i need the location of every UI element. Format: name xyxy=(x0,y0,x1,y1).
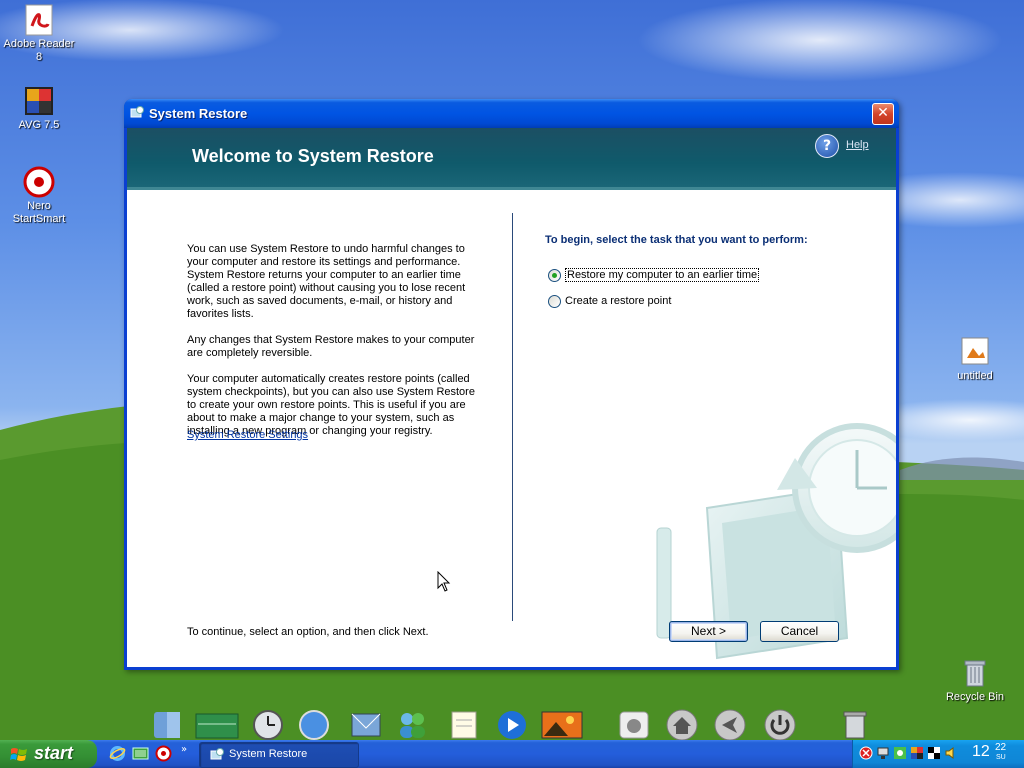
desktop-icon-label: Recycle Bin xyxy=(945,691,1005,703)
safari-icon[interactable] xyxy=(296,708,332,740)
desktop-icon-adobe-reader[interactable]: Adobe Reader 8 xyxy=(1,4,77,64)
system-restore-icon xyxy=(130,106,144,118)
nero-icon xyxy=(23,166,55,198)
media-player-icon[interactable] xyxy=(494,708,530,740)
mouse-cursor-icon xyxy=(437,571,451,592)
task-prompt: To begin, select the task that you want … xyxy=(545,234,808,246)
mail-icon[interactable] xyxy=(348,708,384,740)
page-title: Welcome to System Restore xyxy=(192,146,434,166)
network-icon[interactable] xyxy=(194,708,239,740)
show-desktop-icon[interactable] xyxy=(132,745,149,762)
system-tray: 12 22 SU xyxy=(852,740,1024,768)
intro-paragraph-2: Any changes that System Restore makes to… xyxy=(187,334,475,359)
desktop-icon-label: untitled xyxy=(957,370,993,382)
start-label: start xyxy=(34,743,74,763)
clock-day: SU xyxy=(996,754,1006,761)
intro-paragraph-1: You can use System Restore to undo harmf… xyxy=(187,243,466,320)
trash-icon[interactable] xyxy=(838,708,874,740)
dock xyxy=(150,708,880,741)
quicklaunch-overflow-icon[interactable]: » xyxy=(181,744,187,755)
home-icon[interactable] xyxy=(664,708,700,741)
internet-explorer-icon[interactable] xyxy=(109,745,126,762)
users-icon[interactable] xyxy=(394,708,430,740)
radio-button-selected[interactable] xyxy=(548,268,561,282)
desktop-icon-label: AVG 7.5 xyxy=(18,119,60,131)
finder-icon[interactable] xyxy=(150,708,186,740)
window-title: System Restore xyxy=(149,106,248,121)
display-tray-icon[interactable] xyxy=(893,746,907,760)
option-create-restore-point[interactable]: Create a restore point xyxy=(548,294,671,308)
network-tray-icon[interactable] xyxy=(876,746,890,760)
nero-quicklaunch-icon[interactable] xyxy=(155,745,172,762)
close-button[interactable]: ✕ xyxy=(872,103,894,125)
taskbar-button-system-restore[interactable]: System Restore xyxy=(199,742,359,768)
security-alert-icon[interactable] xyxy=(859,746,873,760)
taskbar: start » System Restore 12 22 SU xyxy=(0,740,1024,768)
header-divider xyxy=(127,187,896,190)
taskbar-button-label: System Restore xyxy=(229,748,308,760)
clock-icon[interactable] xyxy=(250,708,286,740)
vertical-divider xyxy=(512,213,513,621)
system-restore-window: System Restore ✕ Welcome to System Resto… xyxy=(124,99,899,670)
avg-icon xyxy=(23,85,55,117)
window-title-bar[interactable]: System Restore ✕ xyxy=(124,99,899,128)
help-icon[interactable]: ? xyxy=(815,134,839,158)
apple-icon[interactable] xyxy=(616,708,652,740)
continue-instruction: To continue, select an option, and then … xyxy=(187,626,429,638)
option-label: Create a restore point xyxy=(565,295,672,307)
header-band: Welcome to System Restore ? Help xyxy=(127,128,896,187)
recycle-bin-icon xyxy=(959,657,991,689)
option-restore-earlier-time[interactable]: Restore my computer to an earlier time xyxy=(548,268,760,282)
desktop-icon-untitled[interactable]: untitled xyxy=(937,336,1013,383)
start-button[interactable]: start xyxy=(0,740,97,768)
adobe-reader-icon xyxy=(23,4,55,36)
clock-minute: 22 xyxy=(995,742,1007,753)
avg-tray-icon[interactable] xyxy=(910,746,924,760)
intro-text: You can use System Restore to undo harmf… xyxy=(187,243,482,451)
power-icon[interactable] xyxy=(762,708,798,741)
cancel-button[interactable]: Cancel xyxy=(760,621,839,642)
desktop-icon-label: Nero StartSmart xyxy=(12,200,66,225)
desktop-icon-avg[interactable]: AVG 7.5 xyxy=(1,85,77,132)
system-restore-settings-link[interactable]: System Restore Settings xyxy=(187,429,308,441)
help-link[interactable]: Help xyxy=(846,139,869,151)
next-button[interactable]: Next > xyxy=(669,621,748,642)
close-icon: ✕ xyxy=(877,105,889,121)
desktop-icon-nero[interactable]: Nero StartSmart xyxy=(1,166,77,226)
back-icon[interactable] xyxy=(712,708,748,741)
desktop-icon-recycle-bin[interactable]: Recycle Bin xyxy=(937,657,1013,704)
checker-tray-icon[interactable] xyxy=(927,746,941,760)
desktop-icon-label: Adobe Reader 8 xyxy=(3,38,75,63)
notes-icon[interactable] xyxy=(446,708,482,740)
clock-hour[interactable]: 12 xyxy=(972,743,990,761)
image-file-icon xyxy=(959,336,991,368)
windows-flag-icon xyxy=(10,748,27,761)
volume-tray-icon[interactable] xyxy=(944,746,958,760)
window-client-area: Welcome to System Restore ? Help You can… xyxy=(127,128,896,667)
radio-button[interactable] xyxy=(548,294,561,308)
option-label: Restore my computer to an earlier time xyxy=(565,268,760,282)
system-restore-icon xyxy=(210,748,224,760)
photos-icon[interactable] xyxy=(540,708,583,740)
